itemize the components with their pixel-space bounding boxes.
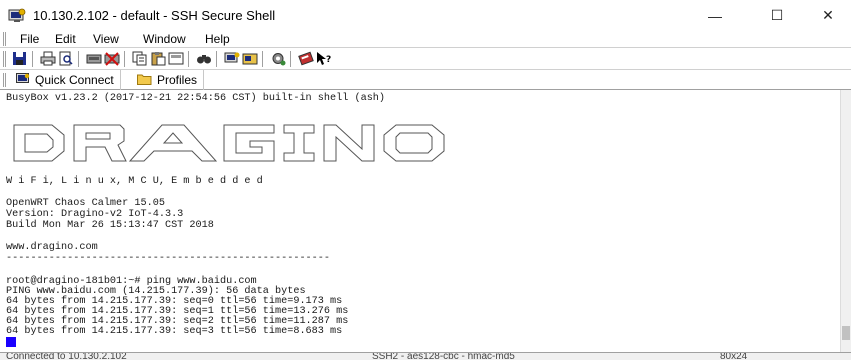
busybox-banner: BusyBox v1.23.2 (2017-12-21 22:54:56 CST… [6, 93, 386, 104]
vertical-scrollbar[interactable] [840, 90, 851, 352]
copy-icon[interactable] [132, 51, 148, 66]
tagline: W i F i, L i n u x, M C U, E m b e d d e… [6, 176, 263, 187]
select-all-icon[interactable] [168, 51, 184, 66]
ssh-app-icon [8, 8, 26, 24]
title-bar[interactable]: 10.130.2.102 - default - SSH Secure Shel… [0, 0, 851, 31]
toolbar-separator [188, 51, 190, 67]
menu-edit[interactable]: Edit [55, 32, 76, 46]
toolbar-separator [216, 51, 218, 67]
quick-connect-label: Quick Connect [35, 73, 114, 87]
menu-file[interactable]: File [20, 32, 39, 46]
terminal-output[interactable]: BusyBox v1.23.2 (2017-12-21 22:54:56 CST… [4, 90, 840, 352]
window-title: 10.130.2.102 - default - SSH Secure Shel… [33, 8, 276, 23]
maximize-button[interactable]: ☐ [754, 0, 800, 31]
close-button[interactable]: ✕ [805, 0, 851, 31]
toolbar-separator [32, 51, 34, 67]
new-file-transfer-icon[interactable] [242, 51, 258, 66]
whats-this-icon[interactable]: ? [316, 51, 332, 66]
help-icon[interactable] [298, 51, 314, 66]
menu-grip[interactable] [3, 32, 6, 46]
save-icon[interactable] [12, 51, 28, 66]
os-line: OpenWRT Chaos Calmer 15.05 [6, 198, 165, 209]
minimize-button[interactable]: — [692, 0, 738, 31]
quick-connect-button[interactable]: Quick Connect [10, 70, 121, 90]
connection-status: Connected to 10.130.2.102 [6, 352, 127, 360]
svg-text:?: ? [326, 55, 331, 65]
toolbar-grip[interactable] [3, 51, 6, 67]
menu-help[interactable]: Help [205, 32, 230, 46]
paste-icon[interactable] [150, 51, 166, 66]
menu-bar: File Edit View Window Help [0, 31, 851, 47]
menu-window[interactable]: Window [143, 32, 186, 46]
site-line: www.dragino.com [6, 242, 98, 253]
divider-rule: ----------------------------------------… [6, 253, 331, 264]
delete-icon[interactable] [104, 51, 120, 66]
menu-view[interactable]: View [93, 32, 119, 46]
print-preview-icon[interactable] [58, 51, 74, 66]
toolbar-separator [262, 51, 264, 67]
toolbar-separator [124, 51, 126, 67]
cipher-status: SSH2 - aes128-cbc - hmac-md5 [372, 352, 515, 360]
find-icon[interactable] [196, 51, 212, 66]
terminal-cursor [6, 337, 16, 347]
settings-icon[interactable] [270, 51, 286, 66]
status-bar: Connected to 10.130.2.102 SSH2 - aes128-… [0, 352, 851, 360]
print-icon[interactable] [40, 51, 56, 66]
disconnect-icon[interactable] [86, 51, 102, 66]
toolbar-separator [290, 51, 292, 67]
scrollbar-thumb[interactable] [842, 326, 850, 340]
toolbar-separator [78, 51, 80, 67]
new-terminal-icon[interactable] [224, 51, 240, 66]
terminal-size: 80x24 [720, 352, 748, 360]
dragino-ascii-logo [13, 124, 445, 162]
toolbar: ? [0, 47, 851, 69]
folder-icon [137, 73, 152, 88]
ping-reply: 64 bytes from 14.215.177.39: seq=3 ttl=5… [6, 326, 343, 337]
version-line: Version: Dragino-v2 IoT-4.3.3 [6, 209, 184, 220]
build-line: Build Mon Mar 26 15:13:47 CST 2018 [6, 220, 214, 231]
profiles-label: Profiles [157, 73, 198, 87]
quick-connect-icon [16, 72, 30, 88]
profiles-button[interactable]: Profiles [131, 70, 205, 90]
quickbar-grip[interactable] [3, 73, 6, 87]
quick-connect-bar: Quick Connect Profiles [0, 69, 851, 90]
